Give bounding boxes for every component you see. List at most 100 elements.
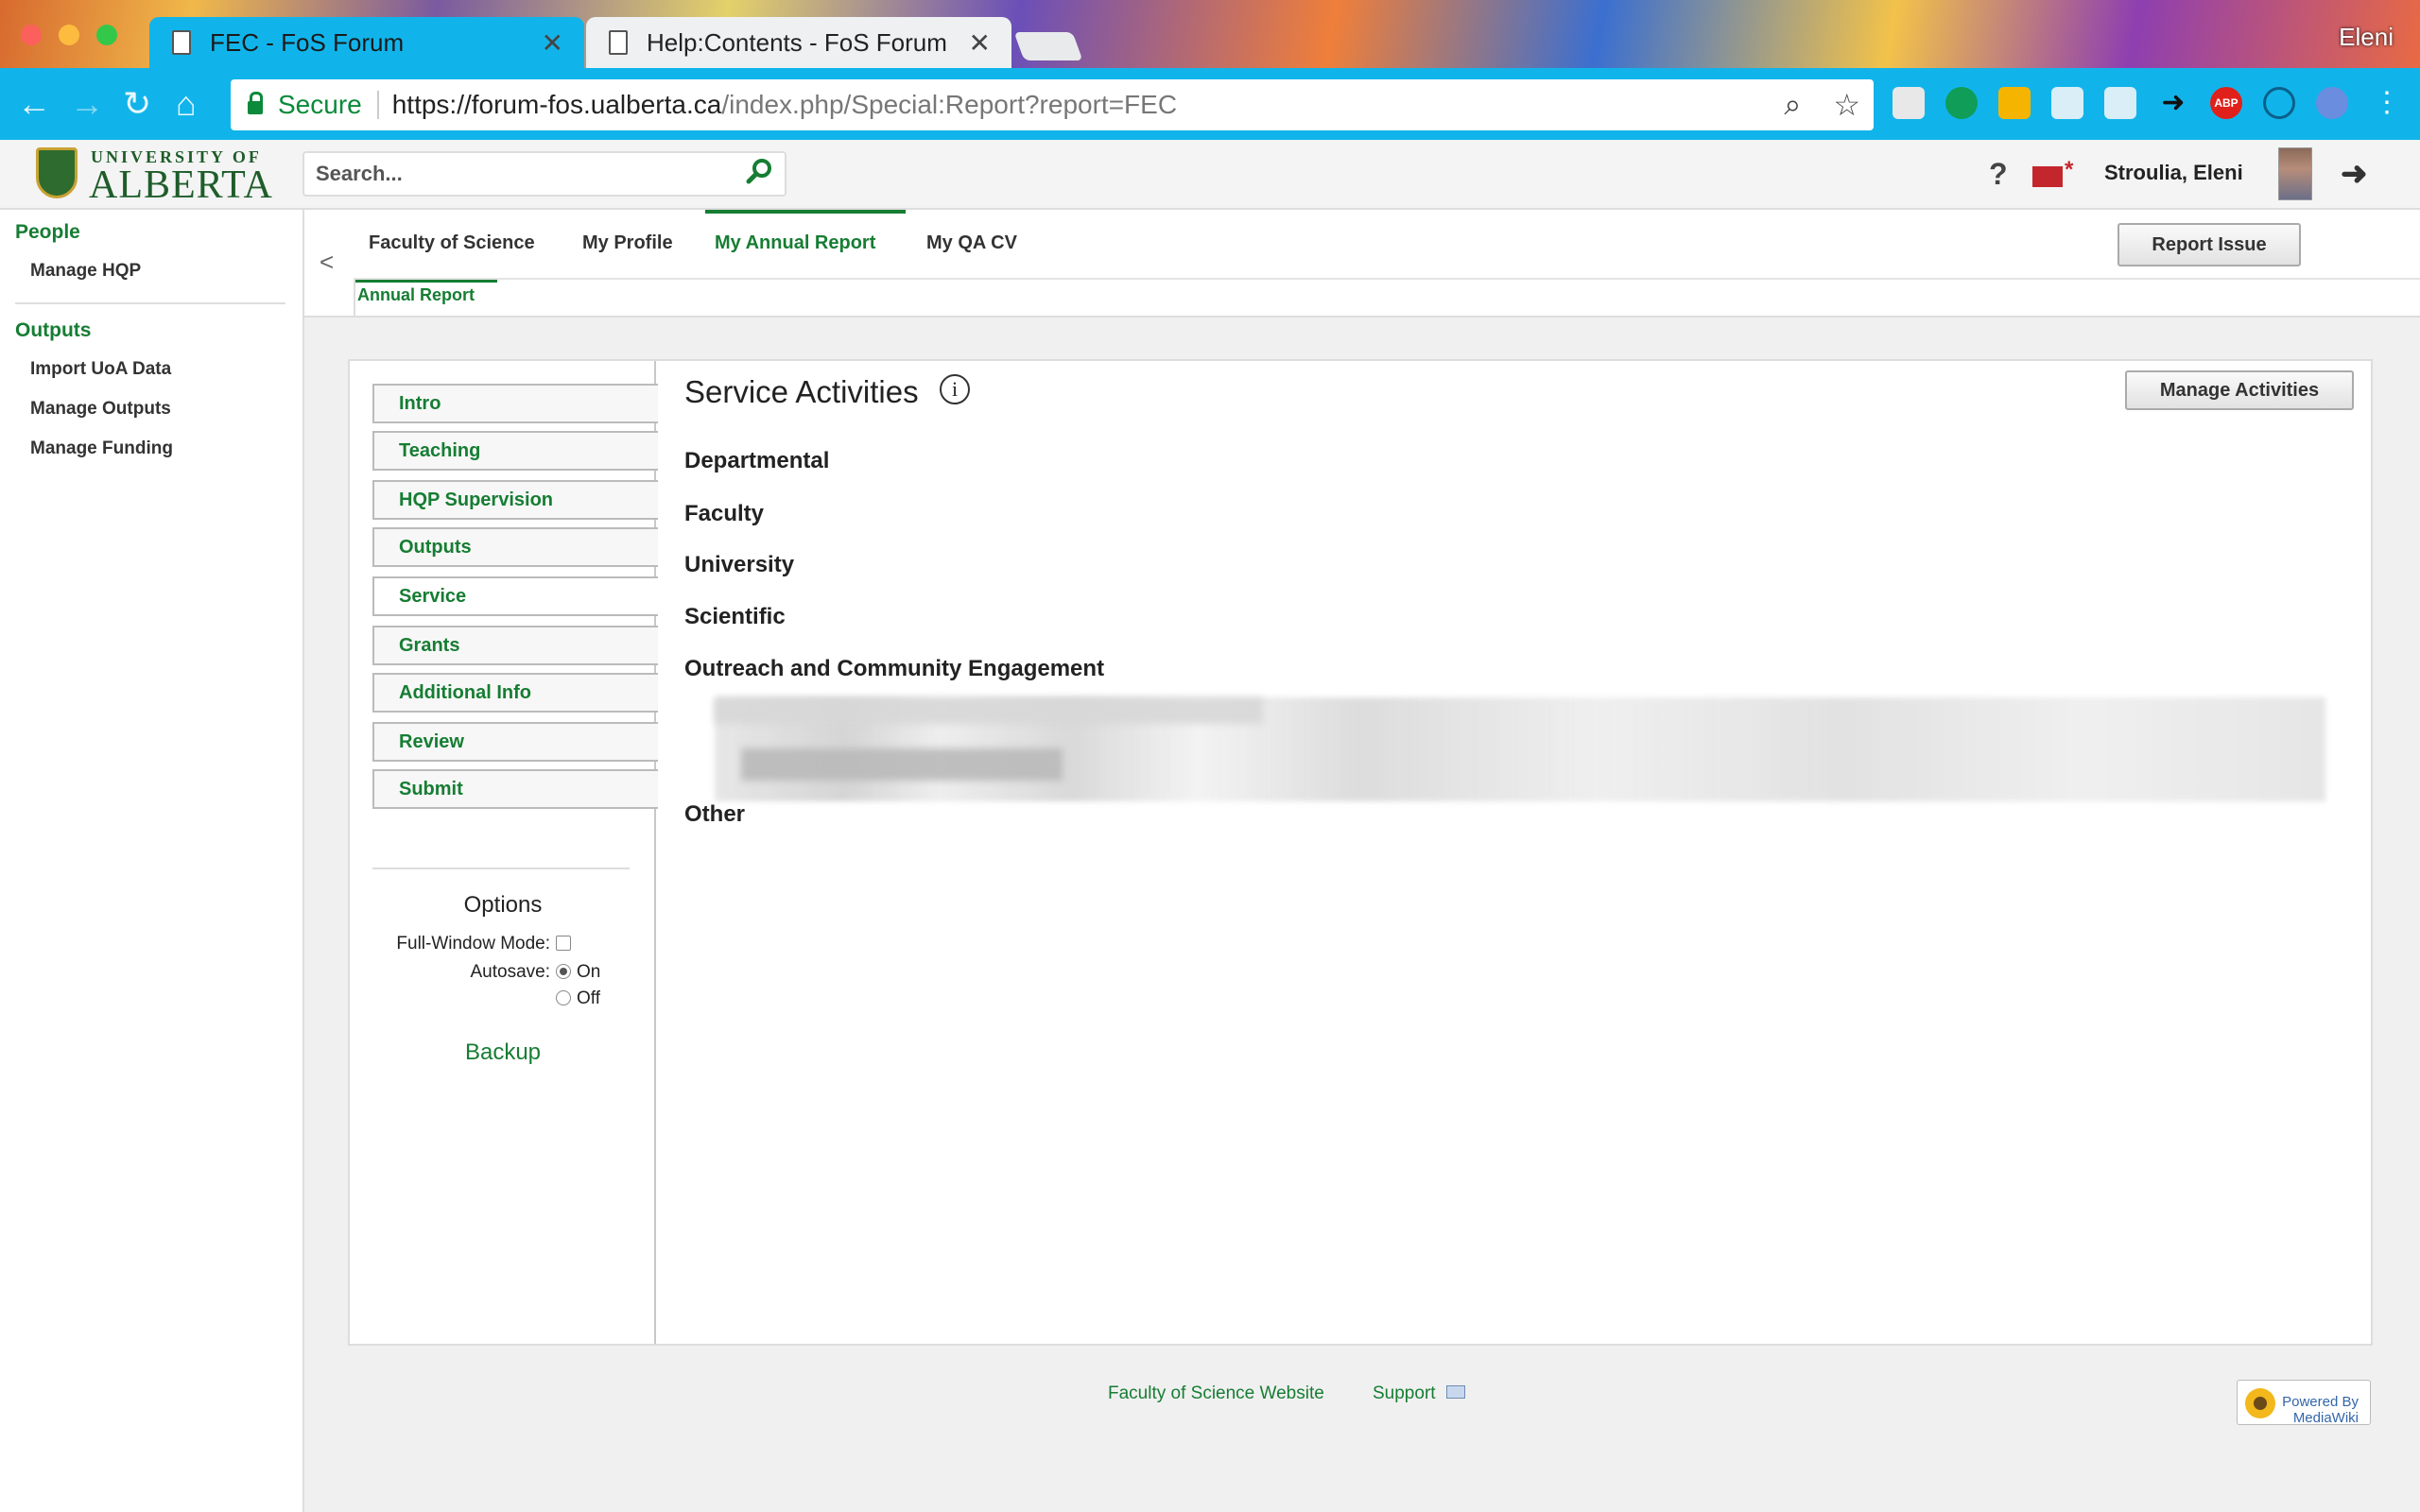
section-button-hqp-supervision[interactable]: HQP Supervision <box>372 480 658 520</box>
logo-main-text[interactable]: ALBERTA <box>89 163 273 208</box>
bookmark-star-icon[interactable]: ☆ <box>1833 87 1860 123</box>
page-icon <box>609 30 628 55</box>
close-tab-icon[interactable]: ✕ <box>542 27 563 59</box>
home-icon[interactable]: ⌂ <box>176 85 197 123</box>
tab-my-annual-report[interactable]: My Annual Report <box>715 232 875 254</box>
menu-icon[interactable]: ⋮ <box>2371 87 2403 119</box>
minimize-window-button[interactable] <box>59 25 79 45</box>
divider <box>354 278 2420 280</box>
eye-icon[interactable] <box>2263 87 2295 119</box>
autosave-on-radio[interactable] <box>556 964 571 979</box>
share-icon[interactable]: ➜ <box>2157 87 2189 119</box>
reload-icon[interactable]: ↻ <box>123 85 151 123</box>
mediawiki-badge[interactable]: Powered By MediaWiki <box>2237 1380 2371 1426</box>
divider <box>376 91 379 119</box>
mediawiki-logo-icon <box>2245 1388 2275 1418</box>
close-window-button[interactable] <box>21 25 42 45</box>
section-button-intro[interactable]: Intro <box>372 384 658 423</box>
autosave-on-label: On <box>577 962 601 982</box>
category-other: Other <box>684 801 746 827</box>
section-button-outputs[interactable]: Outputs <box>372 527 658 567</box>
site-header: UNIVERSITY OF ALBERTA ? * Stroulia, Elen… <box>0 140 2420 210</box>
zoom-window-button[interactable] <box>96 25 117 45</box>
backup-link[interactable]: Backup <box>350 1040 656 1066</box>
subtab-annual-report[interactable]: Annual Report <box>357 285 475 305</box>
section-button-service[interactable]: Service <box>372 576 658 616</box>
drive-icon[interactable] <box>2104 87 2136 119</box>
help-icon[interactable]: ? <box>1989 157 2008 192</box>
lock-icon <box>248 92 263 114</box>
active-subtab-indicator <box>354 280 497 283</box>
footer-link-support[interactable]: Support <box>1373 1383 1436 1404</box>
category-faculty: Faculty <box>684 501 765 526</box>
sidebar-item-manage-hqp[interactable]: Manage HQP <box>30 261 141 282</box>
adblock-icon[interactable]: ABP <box>2210 87 2242 119</box>
hangouts-icon[interactable] <box>1945 87 1978 119</box>
secure-label: Secure <box>278 90 362 119</box>
category-outreach: Outreach and Community Engagement <box>684 656 1105 681</box>
cloud-icon[interactable] <box>1893 87 1925 119</box>
tab-my-qa-cv[interactable]: My QA CV <box>926 232 1017 254</box>
sidebar-item-import-uoa-data[interactable]: Import UoA Data <box>30 359 171 380</box>
new-tab-button[interactable] <box>1013 32 1083 60</box>
section-button-submit[interactable]: Submit <box>372 769 658 809</box>
address-bar[interactable]: Secure https://forum-fos.ualberta.ca /in… <box>231 79 1874 130</box>
section-button-grants[interactable]: Grants <box>372 626 658 665</box>
category-university: University <box>684 552 795 577</box>
url-path: /index.php/Special:Report?report=FEC <box>721 90 1178 119</box>
rss-icon[interactable] <box>1998 87 2031 119</box>
collapse-sidebar-icon[interactable]: < <box>320 248 334 277</box>
vpn-icon[interactable] <box>2316 87 2348 119</box>
divider <box>372 868 630 869</box>
manage-activities-button[interactable]: Manage Activities <box>2125 370 2354 410</box>
top-navigation: < Faculty of Science My Profile My Annua… <box>304 210 2420 318</box>
autosave-off-label: Off <box>577 988 600 1008</box>
section-button-additional-info[interactable]: Additional Info <box>372 673 658 713</box>
redacted-content <box>741 748 1063 781</box>
sidebar-item-manage-funding[interactable]: Manage Funding <box>30 438 173 459</box>
active-tab-indicator <box>705 210 906 214</box>
support-mail-icon[interactable] <box>1446 1385 1465 1399</box>
footer-link-faculty-website[interactable]: Faculty of Science Website <box>1108 1383 1324 1404</box>
avatar[interactable] <box>2278 147 2312 200</box>
cast-icon[interactable] <box>2051 87 2083 119</box>
full-window-mode-checkbox[interactable] <box>556 936 571 951</box>
window-titlebar: FEC - FoS Forum ✕ Help:Contents - FoS Fo… <box>0 0 2420 68</box>
back-arrow-icon[interactable]: ← <box>17 85 51 123</box>
info-icon[interactable]: i <box>940 374 970 404</box>
search-input[interactable] <box>302 151 786 197</box>
logout-arrow-icon[interactable]: ➜ <box>2341 155 2368 193</box>
page-title: Service Activities <box>684 374 919 409</box>
user-name[interactable]: Stroulia, Eleni <box>2104 161 2243 185</box>
tab-title: Help:Contents - FoS Forum <box>647 27 947 57</box>
sidebar-heading-outputs: Outputs <box>15 319 92 341</box>
sidebar-heading-people: People <box>15 221 80 243</box>
url-host: https://forum-fos.ualberta.ca <box>391 90 722 119</box>
mail-unread-marker: * <box>2065 157 2074 182</box>
mail-icon[interactable] <box>2032 166 2063 187</box>
mediawiki-badge-text: Powered By MediaWiki <box>2282 1394 2359 1426</box>
zoom-icon[interactable]: ⌕ <box>1784 87 1801 123</box>
category-scientific: Scientific <box>684 604 786 629</box>
section-button-review[interactable]: Review <box>372 722 658 762</box>
report-panel: Intro Teaching HQP Supervision Outputs S… <box>348 359 2373 1346</box>
full-window-mode-label: Full-Window Mode: <box>396 934 550 954</box>
tab-my-profile[interactable]: My Profile <box>582 232 673 254</box>
search-icon[interactable] <box>745 157 773 185</box>
section-content: Service Activities i Manage Activities D… <box>656 361 2373 1344</box>
sidebar-item-manage-outputs[interactable]: Manage Outputs <box>30 399 171 420</box>
section-button-teaching[interactable]: Teaching <box>372 431 658 471</box>
browser-tab-active[interactable]: FEC - FoS Forum ✕ <box>149 17 584 68</box>
close-tab-icon[interactable]: ✕ <box>969 27 991 59</box>
browser-tab[interactable]: Help:Contents - FoS Forum ✕ <box>586 17 1011 68</box>
divider <box>15 302 285 304</box>
page-icon <box>172 30 191 55</box>
tab-faculty-of-science[interactable]: Faculty of Science <box>369 232 535 254</box>
forward-arrow-icon[interactable]: → <box>70 85 104 123</box>
redacted-content <box>715 697 1263 724</box>
autosave-off-radio[interactable] <box>556 990 571 1005</box>
profile-button[interactable]: Eleni <box>2339 23 2394 52</box>
university-logo-shield <box>36 147 78 198</box>
divider <box>354 280 355 318</box>
report-issue-button[interactable]: Report Issue <box>2118 223 2301 266</box>
